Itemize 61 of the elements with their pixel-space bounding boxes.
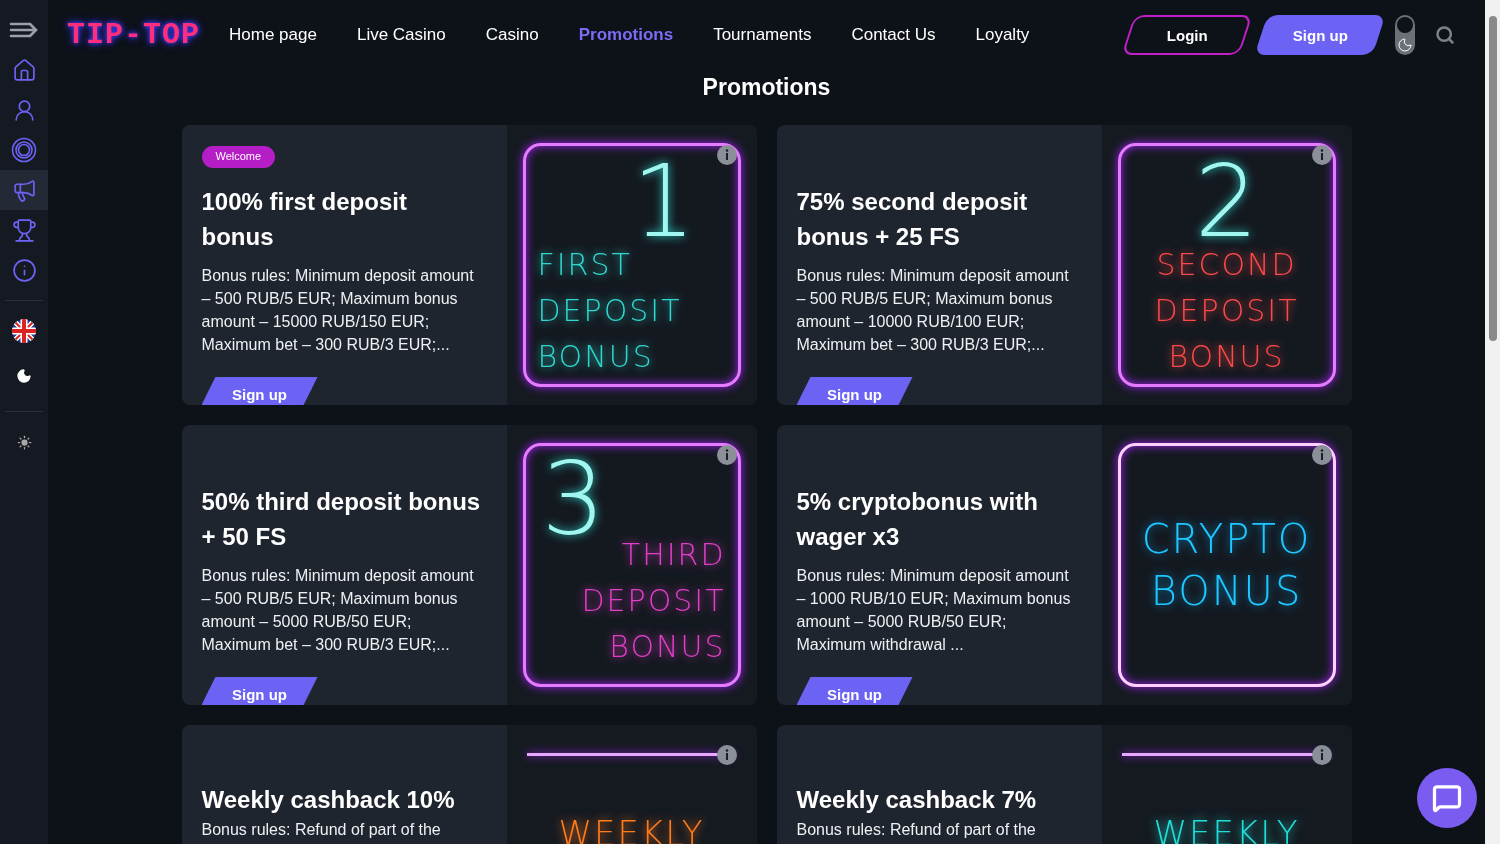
moon-icon	[1397, 37, 1413, 53]
nav-link[interactable]: Contact Us	[851, 25, 936, 45]
logo[interactable]: TIP-TOP	[67, 18, 201, 52]
signup-button[interactable]: Sign up	[201, 377, 318, 405]
info-icon[interactable]	[1311, 445, 1332, 465]
megaphone-icon	[11, 177, 37, 203]
promo-rules: Bonus rules: Minimum deposit amount – 500 RUB/5 EUR; Maximum bonus amount – 5000 RUB/50 EUR; Maximum bet – 300 RUB/3 EUR;...	[201, 566, 475, 655]
info-icon[interactable]	[716, 145, 737, 165]
banner-text: DEPOSIT	[1154, 292, 1299, 330]
nav-link[interactable]: Home page	[229, 25, 317, 45]
info-icon	[11, 257, 37, 283]
chip-icon	[11, 137, 37, 163]
banner-text: DEPOSIT	[537, 292, 682, 330]
moon-icon	[16, 368, 32, 384]
banner-text: BONUS	[609, 628, 726, 666]
nav-link[interactable]: Loyalty	[975, 25, 1030, 45]
promo-title: 75% second deposit bonus + 25 FS	[796, 187, 1029, 252]
promo-rules: Bonus rules: Minimum deposit amount – 500 RUB/5 EUR; Maximum bonus amount – 10000 RUB/100 EUR; Maximum bet – 300 RUB/3 EUR;...	[796, 266, 1070, 355]
theme-toggle[interactable]	[1395, 15, 1415, 55]
banner-text: CRYPTO	[1141, 515, 1312, 564]
info-icon[interactable]	[1311, 145, 1332, 165]
banner-text: BONUS	[1168, 338, 1285, 376]
menu-icon	[9, 20, 39, 40]
sidebar-item[interactable]	[0, 170, 48, 210]
nav-link[interactable]: Live Casino	[356, 25, 446, 45]
promo-rules: Bonus rules: Minimum deposit amount – 1000 RUB/10 EUR; Maximum bonus amount – 5000 RUB/50 EUR; Maximum withdrawal ...	[796, 566, 1072, 655]
banner-text: DEPOSIT	[581, 582, 726, 620]
search-icon[interactable]	[1435, 25, 1455, 45]
signup-button[interactable]: Sign up	[796, 677, 913, 705]
promo-title: 50% third deposit bonus + 50 FS	[201, 487, 482, 552]
banner-text: FIRST	[537, 246, 632, 284]
nav-link[interactable]: Casino	[485, 25, 539, 45]
chat-button[interactable]	[1417, 768, 1477, 828]
info-icon[interactable]	[716, 445, 737, 465]
signup-button[interactable]: Sign up	[201, 677, 318, 705]
banner-text: BONUS	[537, 338, 654, 376]
trophy-icon	[11, 217, 37, 243]
promo-rules: Bonus rules: Refund of part of the	[201, 820, 442, 840]
sun-icon	[16, 434, 32, 450]
scrollbar[interactable]	[1485, 0, 1500, 844]
promo-title: Weekly cashback 10%	[201, 785, 456, 815]
nav-link[interactable]: Promotions	[578, 25, 674, 45]
promo-rules: Bonus rules: Minimum deposit amount – 500 RUB/5 EUR; Maximum bonus amount – 15000 RUB/150 EUR; Maximum bet – 300 RUB/3 EUR;...	[201, 266, 475, 355]
banner-text: THIRD	[621, 536, 726, 574]
banner-text: BONUS	[1150, 567, 1303, 616]
banner-number: 3	[541, 450, 606, 550]
signup-button[interactable]: Sign up	[796, 377, 913, 405]
promo-title: 5% cryptobonus with wager x3	[796, 487, 1039, 552]
promo-title: 100% first deposit bonus	[201, 187, 408, 252]
info-icon[interactable]	[1311, 745, 1332, 765]
nav-link[interactable]: Tournaments	[713, 25, 812, 45]
promo-rules: Bonus rules: Refund of part of the	[796, 820, 1037, 840]
info-icon[interactable]	[716, 745, 737, 765]
flag-icon	[11, 318, 37, 344]
promo-title: Weekly cashback 7%	[796, 785, 1038, 815]
home-icon	[11, 57, 37, 83]
badge: Welcome	[201, 146, 276, 168]
chat-icon	[1432, 783, 1462, 813]
banner-number: 1	[631, 152, 696, 252]
scrollbar-thumb[interactable]	[1488, 16, 1497, 341]
page-title: Promotions	[701, 73, 832, 102]
